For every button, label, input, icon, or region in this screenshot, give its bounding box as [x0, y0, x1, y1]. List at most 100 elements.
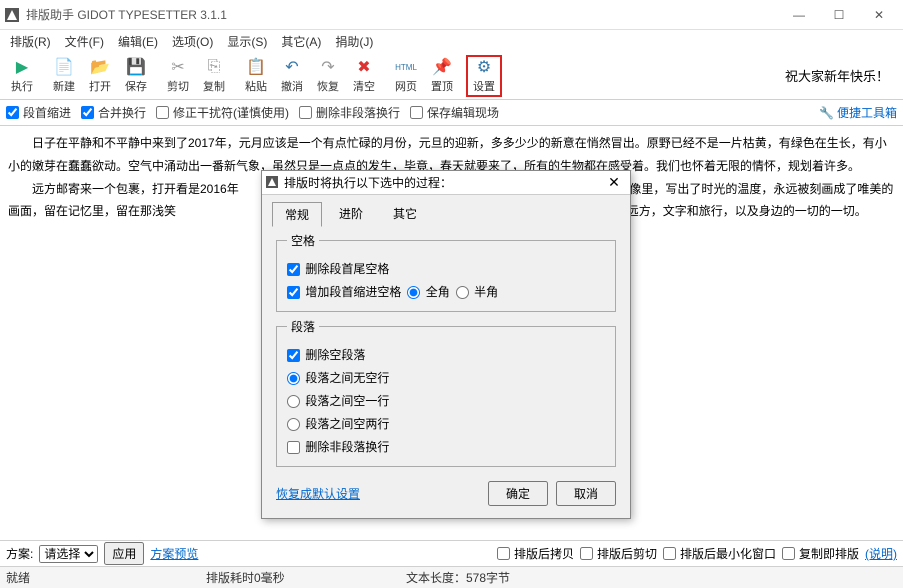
toolbar-剪切[interactable]: ✂剪切 — [160, 55, 196, 97]
opt-typeset-on-copy[interactable]: 复制即排版 — [782, 545, 859, 562]
toolbar-label: 恢复 — [317, 78, 339, 94]
toolbar-label: 执行 — [11, 78, 33, 94]
opt-del-empty-para[interactable]: 删除空段落 — [287, 346, 365, 363]
menu-edit[interactable]: 编辑(E) — [112, 31, 164, 52]
toolbar-label: 剪切 — [167, 78, 189, 94]
dialog-icon — [266, 176, 280, 190]
radio-fullwidth[interactable]: 全角 — [407, 283, 449, 300]
cancel-button[interactable]: 取消 — [556, 481, 616, 506]
保存-icon: 💾 — [126, 57, 146, 77]
toolbar-label: 打开 — [89, 78, 111, 94]
opt-add-indent[interactable]: 增加段首缩进空格 — [287, 283, 401, 300]
toolbar-label: 新建 — [53, 78, 75, 94]
opt-indent-checkbox[interactable] — [6, 106, 19, 119]
scheme-select[interactable]: 请选择 — [39, 545, 98, 563]
网页-icon: HTML — [396, 57, 416, 77]
menu-donate[interactable]: 捐助(J) — [329, 31, 379, 52]
opt-del-nonpara-checkbox[interactable] — [299, 106, 312, 119]
menubar: 排版(R) 文件(F) 编辑(E) 选项(O) 显示(S) 其它(A) 捐助(J… — [0, 30, 903, 52]
menu-other[interactable]: 其它(A) — [275, 31, 327, 52]
titlebar: 排版助手 GIDOT TYPESETTER 3.1.1 — ☐ ✕ — [0, 0, 903, 30]
wrench-icon: 🔧 — [819, 106, 834, 120]
dialog-tabs: 常规 进阶 其它 — [262, 195, 630, 226]
打开-icon: 📂 — [90, 57, 110, 77]
toolbar-label: 保存 — [125, 78, 147, 94]
设置-icon: ⚙ — [474, 57, 494, 77]
toolbar-保存[interactable]: 💾保存 — [118, 55, 154, 97]
radio-two-blank[interactable]: 段落之间空两行 — [287, 415, 389, 432]
app-icon — [4, 7, 20, 23]
radio-one-blank[interactable]: 段落之间空一行 — [287, 392, 389, 409]
恢复-icon: ↷ — [318, 57, 338, 77]
toolbox-link[interactable]: 🔧 便捷工具箱 — [819, 104, 897, 121]
toolbar-新建[interactable]: 📄新建 — [46, 55, 82, 97]
opt-minimize-after[interactable]: 排版后最小化窗口 — [663, 545, 776, 562]
dialog-close-button[interactable]: ✕ — [602, 174, 626, 191]
tab-advanced[interactable]: 进阶 — [326, 201, 376, 226]
close-button[interactable]: ✕ — [859, 1, 899, 29]
explain-link[interactable]: (说明) — [865, 545, 897, 562]
group-spaces: 空格 删除段首尾空格 增加段首缩进空格 全角 半角 — [276, 232, 616, 312]
opt-del-nonpara[interactable]: 删除非段落换行 — [299, 104, 400, 121]
toolbar-label: 网页 — [395, 78, 417, 94]
toolbar-网页[interactable]: HTML网页 — [388, 55, 424, 97]
status-bar: 就绪 排版耗时0毫秒 文本长度：578字节 — [0, 566, 903, 588]
执行-icon: ▶ — [12, 57, 32, 77]
bottom-bar: 方案: 请选择 应用 方案预览 排版后拷贝 排版后剪切 排版后最小化窗口 复制即… — [0, 540, 903, 566]
group-spaces-legend: 空格 — [287, 232, 319, 249]
清空-icon: ✖ — [354, 57, 374, 77]
opt-fix-chars-checkbox[interactable] — [156, 106, 169, 119]
剪切-icon: ✂ — [168, 57, 188, 77]
toolbar-清空[interactable]: ✖清空 — [346, 55, 382, 97]
restore-defaults-link[interactable]: 恢复成默认设置 — [276, 485, 360, 502]
toolbar-撤消[interactable]: ↶撤消 — [274, 55, 310, 97]
tab-other[interactable]: 其它 — [380, 201, 430, 226]
group-paragraph: 段落 删除空段落 段落之间无空行 段落之间空一行 段落之间空两行 删除非段落换行 — [276, 318, 616, 467]
maximize-button[interactable]: ☐ — [819, 1, 859, 29]
opt-indent[interactable]: 段首缩进 — [6, 104, 71, 121]
toolbar-复制[interactable]: ⎘复制 — [196, 55, 232, 97]
opt-save-state[interactable]: 保存编辑现场 — [410, 104, 499, 121]
radio-halfwidth[interactable]: 半角 — [456, 283, 498, 300]
toolbar-label: 撤消 — [281, 78, 303, 94]
radio-no-blank[interactable]: 段落之间无空行 — [287, 369, 389, 386]
复制-icon: ⎘ — [204, 57, 224, 77]
toolbar-label: 清空 — [353, 78, 375, 94]
opt-del-nonpara-newline[interactable]: 删除非段落换行 — [287, 438, 389, 455]
menu-typeset[interactable]: 排版(R) — [4, 31, 57, 52]
opt-merge-newline-checkbox[interactable] — [81, 106, 94, 119]
opt-trim-spaces[interactable]: 删除段首尾空格 — [287, 260, 389, 277]
menu-file[interactable]: 文件(F) — [59, 31, 110, 52]
toolbar-置顶[interactable]: 📌置顶 — [424, 55, 460, 97]
group-paragraph-legend: 段落 — [287, 318, 319, 335]
tab-general[interactable]: 常规 — [272, 202, 322, 227]
scheme-preview-link[interactable]: 方案预览 — [150, 545, 198, 562]
options-bar: 段首缩进 合并换行 修正干扰符(谨慎使用) 删除非段落换行 保存编辑现场 🔧 便… — [0, 100, 903, 126]
toolbar-label: 设置 — [473, 78, 495, 94]
menu-view[interactable]: 显示(S) — [221, 31, 273, 52]
menu-options[interactable]: 选项(O) — [166, 31, 219, 52]
opt-fix-chars[interactable]: 修正干扰符(谨慎使用) — [156, 104, 289, 121]
toolbar-label: 置顶 — [431, 78, 453, 94]
opt-save-state-checkbox[interactable] — [410, 106, 423, 119]
status-length: 文本长度：578字节 — [406, 569, 606, 586]
toolbar-打开[interactable]: 📂打开 — [82, 55, 118, 97]
dialog-titlebar[interactable]: 排版时将执行以下选中的过程： ✕ — [262, 171, 630, 195]
粘贴-icon: 📋 — [246, 57, 266, 77]
opt-copy-after[interactable]: 排版后拷贝 — [497, 545, 574, 562]
greeting-text: 祝大家新年快乐！ — [785, 66, 899, 85]
status-ready: 就绪 — [6, 569, 206, 586]
toolbar-执行[interactable]: ▶执行 — [4, 55, 40, 97]
撤消-icon: ↶ — [282, 57, 302, 77]
opt-cut-after[interactable]: 排版后剪切 — [580, 545, 657, 562]
toolbar-label: 复制 — [203, 78, 225, 94]
apply-button[interactable]: 应用 — [104, 542, 144, 565]
toolbar-恢复[interactable]: ↷恢复 — [310, 55, 346, 97]
toolbar-设置[interactable]: ⚙设置 — [466, 55, 502, 97]
toolbar-label: 粘贴 — [245, 78, 267, 94]
opt-merge-newline[interactable]: 合并换行 — [81, 104, 146, 121]
minimize-button[interactable]: — — [779, 1, 819, 29]
ok-button[interactable]: 确定 — [488, 481, 548, 506]
toolbar-粘贴[interactable]: 📋粘贴 — [238, 55, 274, 97]
scheme-label: 方案: — [6, 545, 33, 562]
